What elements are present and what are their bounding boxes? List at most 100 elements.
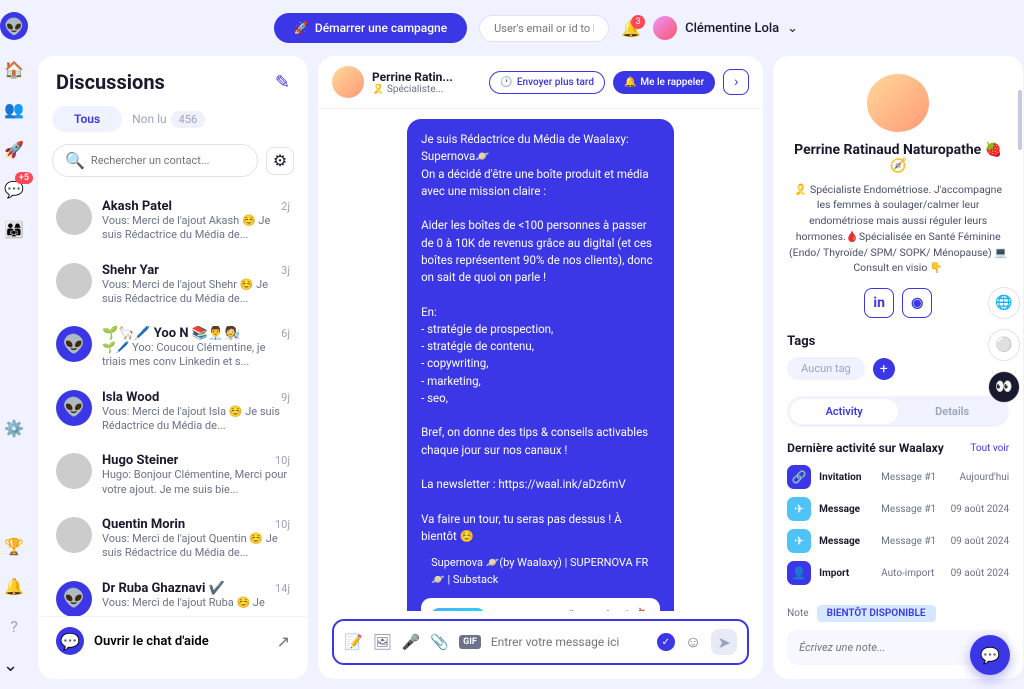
nav-bell-icon[interactable]: 🔔	[3, 575, 25, 597]
remind-me-button[interactable]: 🔔 Me le rappeler	[613, 71, 715, 94]
conv-time: 9j	[281, 391, 290, 404]
coming-soon-badge: BIENTÔT DISPONIBLE	[817, 605, 936, 622]
conv-name: Dr Ruba Ghaznavi ✔️	[102, 581, 225, 596]
card-thumbnail: ☄️	[431, 608, 485, 611]
chat-bubble-icon: 💬	[56, 627, 84, 655]
conversation-item[interactable]: Shehr Yar 3j Vous: Merci de l'ajout Shehr…	[44, 253, 302, 317]
conv-preview: Vous: Merci de l'ajout Ruba ☺️ Je	[102, 596, 290, 610]
conv-preview: 🌱🖊️ Yoo: Coucou Clémentine, je triais me…	[102, 341, 290, 370]
conv-preview: Vous: Merci de l'ajout Isla ☺️ Je suis R…	[102, 405, 290, 434]
nav-rocket-icon[interactable]: 🚀	[3, 138, 25, 160]
activity-row: 👤 Import Auto-import 09 août 2024	[787, 561, 1009, 585]
add-tag-button[interactable]: +	[873, 358, 895, 380]
expand-button[interactable]: ›	[723, 69, 749, 95]
conv-name: Akash Patel	[102, 199, 172, 214]
conv-avatar: 👽	[56, 326, 92, 362]
contact-avatar	[332, 66, 364, 98]
see-all-link[interactable]: Tout voir	[970, 443, 1009, 454]
chevron-down-icon: ⌄	[787, 21, 798, 36]
nav-team-icon[interactable]: 👨‍👩‍👧	[3, 218, 25, 240]
tag-empty-state: Aucun tag	[787, 357, 865, 380]
outgoing-message: Je suis Rédactrice du Média de Waalaxy: …	[407, 119, 674, 611]
activity-icon: ✈	[787, 497, 811, 521]
mic-icon[interactable]: 🎤	[402, 633, 421, 651]
filter-button[interactable]: ⚙	[266, 147, 294, 175]
nav-chat-icon[interactable]: 💬+5	[3, 178, 25, 200]
nav-trophy-icon[interactable]: 🏆	[3, 535, 25, 557]
contact-subtitle: 🎗️ Spécialiste...	[372, 84, 481, 95]
start-campaign-button[interactable]: 🚀 Démarrer une campagne	[274, 13, 467, 43]
attachment-icon[interactable]: 📎	[430, 633, 449, 651]
conversation-item[interactable]: Hugo Steiner10j Hugo: Bonjour Clémentine…	[44, 443, 302, 507]
conv-preview: Hugo: Bonjour Clémentine, Merci pour vot…	[102, 468, 290, 497]
emoji-icon[interactable]: ☺	[685, 632, 701, 652]
conversation-item[interactable]: Quentin Morin10j Vous: Merci de l'ajout …	[44, 507, 302, 571]
nav-settings-icon[interactable]: ⚙️	[3, 417, 25, 439]
profile-avatar	[867, 74, 929, 132]
tab-unread[interactable]: Non lu456	[132, 111, 205, 128]
conv-avatar: 👽	[56, 581, 92, 616]
conv-name: Shehr Yar	[102, 263, 159, 278]
nav-home-icon[interactable]: 🏠	[3, 58, 25, 80]
conv-preview: Vous: Merci de l'ajout Shehr ☺️ Je suis …	[102, 278, 290, 307]
translate-button[interactable]: 🌐	[988, 287, 1020, 319]
nav-help-icon[interactable]: ?	[3, 615, 25, 637]
compose-icon[interactable]: ✎	[275, 72, 290, 93]
conv-time: 10j	[275, 454, 290, 467]
conversation-item[interactable]: Akash Patel2j Vous: Merci de l'ajout Aka…	[44, 189, 302, 253]
profile-panel: Perrine Ratinaud Naturopathe 🍓🧭 🎗️ Spéci…	[773, 56, 1023, 679]
note-icon[interactable]: 📝	[344, 633, 363, 651]
notifications-icon[interactable]: 🔔3	[621, 19, 641, 38]
activity-icon: ✈	[787, 529, 811, 553]
chat-panel: Perrine Ratin... 🎗️ Spécialiste... 🕐 Env…	[318, 56, 763, 679]
external-link-icon: ↗	[277, 632, 290, 651]
assistant-button[interactable]: 👀	[988, 371, 1020, 403]
intercom-launcher[interactable]: 💬	[970, 635, 1010, 675]
instagram-icon[interactable]: ◉	[902, 288, 932, 318]
conv-avatar: 👽	[56, 390, 92, 426]
bookmark-icon: 🔖	[638, 606, 652, 611]
check-icon[interactable]: ✓	[657, 633, 675, 651]
conversation-item[interactable]: 👽 Isla Wood9j Vous: Merci de l'ajout Isl…	[44, 380, 302, 444]
note-input[interactable]	[799, 641, 984, 654]
topbar-search-input[interactable]	[479, 15, 609, 42]
link-preview-card[interactable]: ☄️ Supernova 🪐 (by Waalaxy) Notre missio…	[421, 598, 660, 611]
nav-collapse-icon[interactable]: ⌄	[3, 655, 25, 677]
user-name: Clémentine Lola	[685, 21, 779, 36]
activity-icon: 👤	[787, 561, 811, 585]
conv-time: 3j	[281, 264, 290, 277]
conv-time: 14j	[275, 582, 290, 595]
conv-time: 2j	[281, 200, 290, 213]
widget-button[interactable]: ⚪	[988, 329, 1020, 361]
contact-search[interactable]: 🔍	[52, 144, 258, 177]
message-input[interactable]	[491, 635, 647, 649]
activity-row: 🔗 Invitation Message #1 Aujourd'hui	[787, 465, 1009, 489]
conversation-list: Akash Patel2j Vous: Merci de l'ajout Aka…	[38, 189, 308, 616]
discussions-title: Discussions	[56, 70, 165, 94]
activity-heading: Dernière activité sur Waalaxy	[787, 441, 944, 455]
conversation-item[interactable]: 👽 Dr Ruba Ghaznavi ✔️ 14j Vous: Merci de …	[44, 571, 302, 616]
tab-details[interactable]: Details	[898, 399, 1006, 424]
conversation-item[interactable]: 👽 🌱🦙🖊️ Yoo N 📚👨‍💼🧑‍🔬6j 🌱🖊️ Yoo: Coucou C…	[44, 316, 302, 380]
open-help-chat[interactable]: 💬 Ouvrir le chat d'aide ↗	[38, 616, 308, 665]
nav-people-icon[interactable]: 👥	[3, 98, 25, 120]
linkedin-icon[interactable]: in	[864, 288, 894, 318]
tab-activity[interactable]: Activity	[790, 399, 898, 424]
app-logo[interactable]: 👽	[0, 12, 28, 40]
conv-avatar	[56, 453, 92, 489]
send-later-button[interactable]: 🕐 Envoyer plus tard	[489, 71, 605, 94]
conv-avatar	[56, 199, 92, 235]
user-menu[interactable]: Clémentine Lola ⌄	[653, 16, 798, 40]
image-icon[interactable]: 🖼	[373, 633, 392, 651]
message-composer: 📝 🖼 🎤 📎 GIF ✓ ☺ ➤	[332, 619, 749, 665]
contact-name: Perrine Ratin...	[372, 70, 481, 84]
contact-search-input[interactable]	[91, 154, 245, 167]
activity-row: ✈ Message Message #1 09 août 2024	[787, 497, 1009, 521]
gif-button[interactable]: GIF	[459, 635, 481, 649]
note-label: Note	[787, 608, 808, 619]
tab-all[interactable]: Tous	[52, 106, 122, 132]
send-button[interactable]: ➤	[711, 629, 737, 655]
conv-avatar	[56, 263, 92, 299]
conv-time: 6j	[281, 327, 290, 340]
conv-avatar	[56, 517, 92, 553]
